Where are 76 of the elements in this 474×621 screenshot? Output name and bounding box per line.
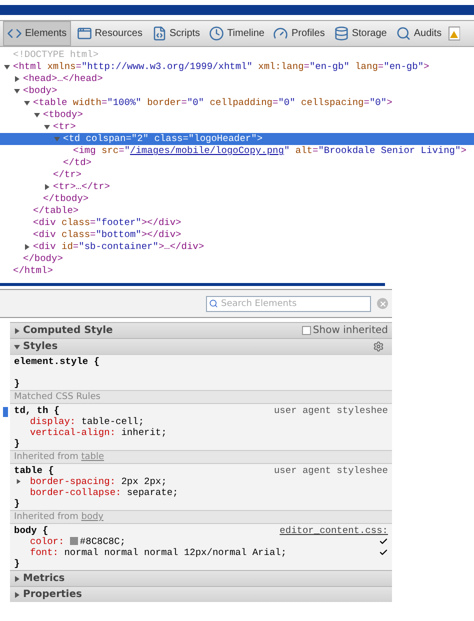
expand-arrow-icon[interactable] bbox=[34, 112, 40, 118]
dom-node[interactable]: <tr> bbox=[53, 121, 76, 133]
expand-arrow-icon[interactable] bbox=[14, 76, 20, 82]
css-property[interactable]: display: table-cell; bbox=[30, 416, 144, 427]
gauge-icon bbox=[273, 26, 288, 41]
dom-node[interactable]: <tr>…</tr> bbox=[53, 181, 110, 193]
group-header: Inherited from table bbox=[10, 450, 392, 463]
database-icon bbox=[334, 26, 349, 41]
expand-arrow-icon[interactable] bbox=[24, 100, 30, 106]
section-header[interactable]: Properties bbox=[23, 587, 82, 602]
toolbar-tab[interactable]: Profiles bbox=[270, 21, 328, 46]
css-selector: body { bbox=[14, 525, 48, 536]
warning-icon[interactable] bbox=[448, 26, 460, 41]
expand-arrow-icon[interactable] bbox=[4, 64, 10, 70]
code-icon bbox=[7, 26, 22, 41]
dom-node[interactable]: <html xmlns="http://www.w3.org/1999/xhtml" xml:lang="en-gb" lang="en-gb"> bbox=[13, 61, 430, 73]
toolbar-tab[interactable]: Elements bbox=[3, 21, 71, 46]
expand-arrow-icon[interactable] bbox=[16, 479, 21, 484]
group-header: Inherited from body bbox=[10, 510, 392, 523]
dom-node[interactable]: <tbody> bbox=[43, 109, 83, 121]
closing-tag[interactable]: </tbody> bbox=[43, 193, 89, 205]
checkbox[interactable] bbox=[302, 326, 311, 335]
stylesheet-link[interactable]: editor_content.css: bbox=[280, 525, 388, 536]
closing-tag[interactable]: </table> bbox=[33, 205, 79, 217]
window-icon bbox=[76, 26, 92, 41]
toolbar-tab[interactable]: Resources bbox=[74, 21, 146, 46]
expand-arrow-icon[interactable] bbox=[44, 124, 50, 130]
gear-icon[interactable] bbox=[373, 341, 384, 352]
toolbar-tab[interactable]: Scripts bbox=[148, 21, 204, 46]
expand-arrow-icon[interactable] bbox=[14, 576, 20, 582]
dom-node[interactable]: <div class="bottom"></div> bbox=[33, 229, 182, 241]
group-header: Matched CSS Rules bbox=[10, 390, 392, 403]
checkbox[interactable] bbox=[379, 548, 388, 557]
expand-arrow-icon[interactable] bbox=[44, 184, 50, 190]
expand-arrow-icon[interactable] bbox=[14, 344, 20, 350]
selection-marker bbox=[3, 407, 8, 417]
dom-node[interactable]: <body> bbox=[23, 85, 58, 97]
dom-node[interactable]: <head>…</head> bbox=[23, 73, 103, 85]
checkbox[interactable] bbox=[379, 537, 388, 546]
magnifier-icon bbox=[396, 26, 411, 41]
section-header[interactable]: Computed Style bbox=[23, 323, 113, 338]
expand-arrow-icon[interactable] bbox=[14, 328, 20, 334]
css-property[interactable]: vertical-align: inherit; bbox=[30, 427, 167, 438]
closing-tag[interactable]: </tr> bbox=[53, 169, 82, 181]
clock-icon bbox=[209, 26, 224, 41]
toolbar-tab[interactable]: Storage bbox=[330, 21, 390, 46]
css-property[interactable]: border-spacing: 2px 2px; bbox=[30, 476, 167, 487]
css-selector: td, th { bbox=[14, 405, 60, 416]
toolbar-tab[interactable]: Audits bbox=[392, 21, 445, 46]
section-header[interactable]: Styles bbox=[23, 339, 58, 354]
css-selector: table { bbox=[14, 465, 54, 476]
closing-brace: } bbox=[14, 378, 20, 389]
expand-arrow-icon[interactable] bbox=[14, 592, 20, 598]
dom-node[interactable]: <img src="/images/mobile/logoCopy.png" alt="Brookdale Senior Living"> bbox=[73, 145, 466, 157]
toolbar-tab[interactable]: Timeline bbox=[206, 21, 268, 46]
dom-node[interactable]: <div id="sb-container">…</div> bbox=[33, 241, 204, 253]
closing-brace: } bbox=[14, 438, 20, 449]
closing-tag[interactable]: </body> bbox=[23, 253, 63, 265]
closing-brace: } bbox=[14, 558, 20, 569]
dom-node[interactable]: <div class="footer"></div> bbox=[33, 217, 182, 229]
section-header[interactable]: Metrics bbox=[23, 571, 65, 586]
expand-arrow-icon[interactable] bbox=[24, 244, 30, 250]
css-property[interactable]: font: normal normal normal 12px/normal Arial; bbox=[30, 547, 287, 558]
css-selector: element.style { bbox=[14, 356, 100, 367]
color-swatch[interactable] bbox=[70, 537, 78, 546]
checkbox-label: Show inherited bbox=[312, 324, 388, 338]
script-file-icon bbox=[152, 26, 166, 41]
search-icon bbox=[209, 298, 218, 308]
css-property[interactable]: color: #8C8C8C; bbox=[30, 536, 126, 547]
css-property[interactable]: border-collapse: separate; bbox=[30, 487, 178, 498]
closing-brace: } bbox=[14, 498, 20, 509]
expand-arrow-icon[interactable] bbox=[14, 88, 20, 94]
closing-tag[interactable]: </td> bbox=[63, 157, 92, 169]
dom-node[interactable]: <table width="100%" border="0" cellpadding="0" cellspacing="0"> bbox=[33, 97, 392, 109]
closing-tag[interactable]: </html> bbox=[13, 265, 53, 277]
search-field[interactable]: Search Elements bbox=[206, 296, 371, 312]
